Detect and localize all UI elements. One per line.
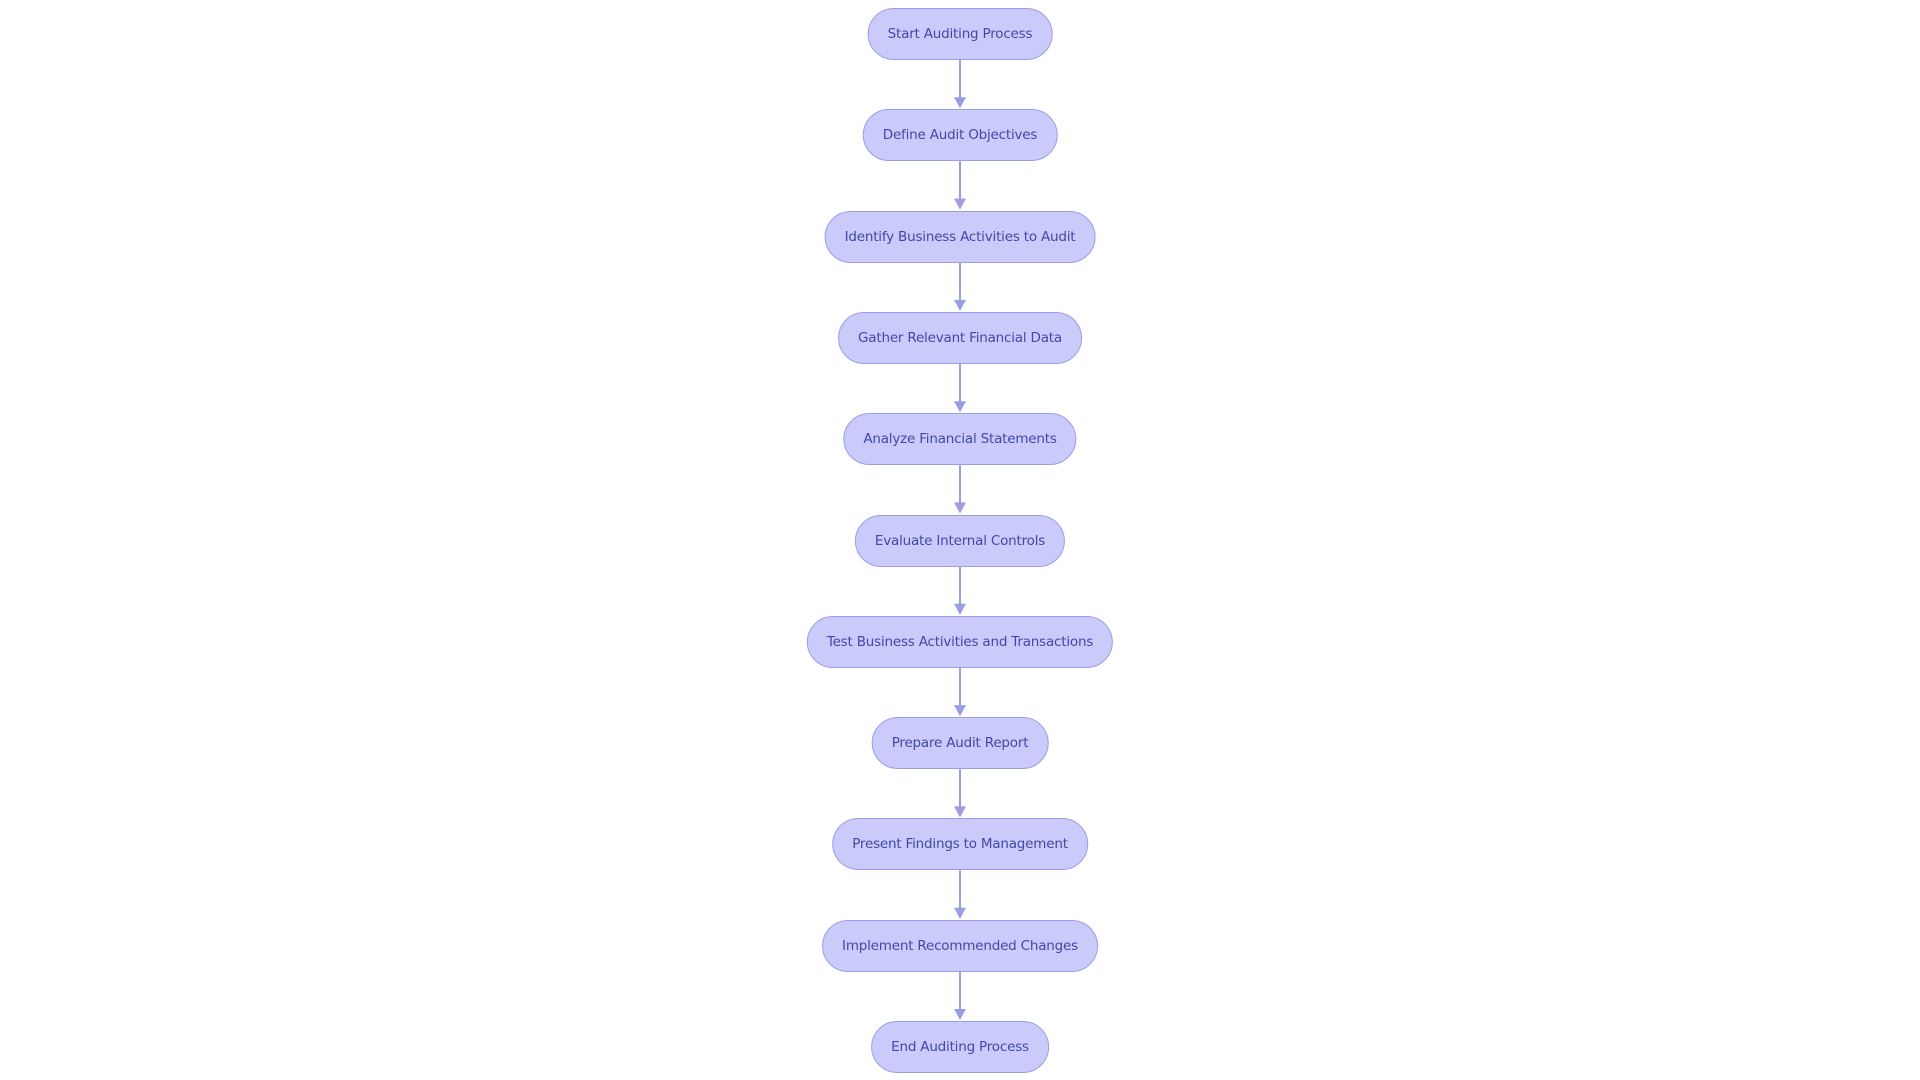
arrowhead-icon <box>954 806 966 818</box>
arrowhead-icon <box>954 1009 966 1020</box>
flowchart-node: Present Findings to Management <box>832 818 1088 871</box>
flowchart-node: Identify Business Activities to Audit <box>824 210 1096 263</box>
flowchart-node: End Auditing Process <box>871 1021 1049 1073</box>
flowchart-node: Define Audit Objectives <box>862 109 1058 162</box>
arrowhead-icon <box>954 401 966 413</box>
flowchart-node: Evaluate Internal Controls <box>854 514 1066 567</box>
arrowhead-icon <box>954 198 966 210</box>
arrowhead-icon <box>954 907 966 919</box>
arrowhead-icon <box>954 97 966 109</box>
arrowhead-icon <box>954 705 966 717</box>
flowchart-node: Implement Recommended Changes <box>822 919 1098 972</box>
arrowhead-icon <box>954 603 966 615</box>
flowchart: Start Auditing Process Define Audit Objec… <box>0 0 1920 1080</box>
flowchart-node: Analyze Financial Statements <box>843 413 1077 466</box>
arrowhead-icon <box>954 502 966 514</box>
flowchart-node: Prepare Audit Report <box>871 717 1049 770</box>
arrowhead-icon <box>954 299 966 311</box>
flowchart-node: Start Auditing Process <box>867 8 1053 60</box>
flowchart-node: Test Business Activities and Transaction… <box>806 615 1114 668</box>
flowchart-node: Gather Relevant Financial Data <box>838 311 1082 364</box>
